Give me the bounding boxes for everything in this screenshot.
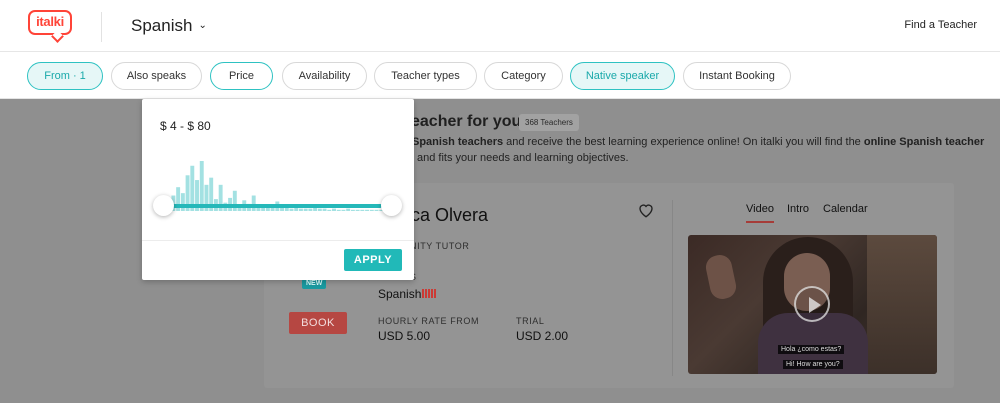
histogram-bar — [308, 208, 313, 211]
tab-video[interactable]: Video — [746, 203, 774, 223]
price-slider-min-handle[interactable] — [153, 195, 174, 216]
histogram-bar — [317, 208, 322, 211]
card-divider — [672, 200, 673, 376]
intro-bold-c: online Spanish teacher — [863, 136, 985, 148]
filter-teacher-types[interactable]: Teacher types — [374, 62, 477, 90]
logo-text: italki — [36, 14, 64, 29]
histogram-bar — [350, 209, 355, 211]
video-background — [867, 235, 937, 374]
level-bar — [434, 289, 436, 298]
page-heading: eacher for you. — [411, 113, 526, 130]
teacher-count-badge: 368 Teachers — [519, 114, 579, 131]
filter-also-speaks[interactable]: Also speaks — [111, 62, 202, 90]
filter-price[interactable]: Price — [210, 62, 273, 90]
apply-button[interactable]: APPLY — [344, 249, 402, 271]
level-bar — [425, 289, 427, 298]
filter-bar: From · 1 Also speaks Price Availability … — [0, 52, 1000, 99]
chevron-down-icon: ⌄ — [198, 20, 207, 31]
level-bar — [422, 289, 424, 298]
intro-text-line1: Spanish teachers and receive the best le… — [412, 136, 984, 148]
language-selector[interactable]: Spanish ⌄ — [131, 16, 207, 36]
histogram-bar — [341, 209, 346, 211]
find-teacher-link[interactable]: Find a Teacher — [904, 19, 977, 31]
video-person-hand — [703, 252, 739, 302]
intro-bold-a: Spanish teachers — [412, 136, 504, 148]
italki-logo[interactable]: italki — [28, 10, 74, 43]
popover-divider — [142, 240, 414, 241]
tab-calendar[interactable]: Calendar — [823, 203, 868, 215]
price-slider-max-handle[interactable] — [381, 195, 402, 216]
header-divider — [101, 12, 102, 42]
histogram-bar — [322, 208, 327, 211]
speaks-language: Spanish — [378, 287, 422, 301]
subtitle-spanish: Hola ¿como estas? — [778, 345, 845, 354]
play-icon[interactable] — [794, 286, 830, 322]
price-slider-track[interactable] — [164, 204, 382, 208]
histogram-bar — [360, 209, 365, 211]
price-filter-popover: $ 4 - $ 80 APPLY — [142, 99, 414, 280]
language-label: Spanish — [131, 16, 193, 35]
histogram-bar — [180, 193, 185, 211]
filter-from[interactable]: From · 1 — [27, 62, 103, 90]
hourly-rate-label: HOURLY RATE FROM — [378, 316, 480, 326]
histogram-bar — [374, 209, 379, 211]
histogram-bar — [355, 209, 360, 211]
hourly-rate-value: USD 5.00 — [378, 329, 431, 343]
book-button[interactable]: BOOK — [289, 312, 347, 334]
play-triangle — [809, 297, 821, 313]
tutor-type-label: NITY TUTOR — [410, 241, 470, 251]
trial-label: TRIAL — [516, 316, 545, 326]
price-range-text: $ 4 - $ 80 — [160, 119, 211, 133]
level-bar — [428, 289, 430, 298]
new-badge: NEW — [302, 279, 327, 289]
histogram-bar — [369, 209, 374, 211]
filter-availability[interactable]: Availability — [282, 62, 367, 90]
language-level-icon — [422, 289, 438, 298]
histogram-bar — [303, 208, 308, 211]
histogram-bar — [346, 208, 351, 211]
intro-text-line2: and fits your needs and learning objecti… — [417, 152, 629, 164]
level-bar — [431, 289, 433, 298]
heart-icon[interactable] — [637, 201, 655, 219]
top-header: italki Spanish ⌄ Find a Teacher — [0, 0, 1000, 52]
filter-instant-booking[interactable]: Instant Booking — [683, 62, 791, 90]
subtitle-english: Hi! How are you? — [783, 360, 843, 369]
histogram-bar — [336, 209, 341, 211]
filter-native-speaker[interactable]: Native speaker — [570, 62, 675, 90]
histogram-bar — [289, 208, 294, 211]
tab-intro[interactable]: Intro — [787, 203, 809, 215]
filter-category[interactable]: Category — [484, 62, 563, 90]
histogram-bar — [327, 209, 332, 211]
histogram-bar — [298, 208, 303, 211]
video-player[interactable]: Hola ¿como estas? Hi! How are you? — [688, 235, 937, 374]
teacher-name[interactable]: ca Olvera — [411, 205, 488, 226]
intro-normal-b: and receive the best learning experience… — [503, 136, 864, 148]
histogram-bar — [365, 209, 370, 211]
histogram-bar — [332, 208, 336, 211]
trial-value: USD 2.00 — [516, 329, 569, 343]
